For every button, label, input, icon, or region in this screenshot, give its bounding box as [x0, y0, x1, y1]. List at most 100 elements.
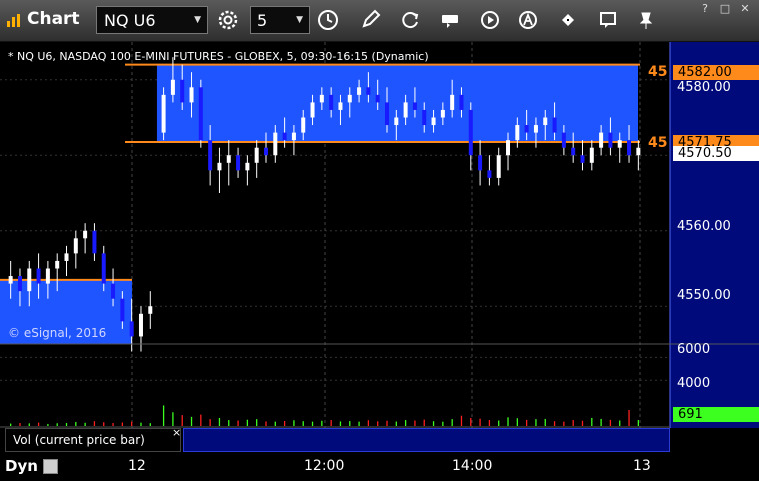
candle-body [422, 109, 427, 126]
candle-body [36, 268, 41, 284]
candle-body [83, 230, 88, 239]
candle-body [478, 155, 483, 171]
candle-body [403, 102, 408, 118]
time-axis-label: 12:00 [304, 458, 345, 474]
interval-value: 5 [257, 11, 268, 30]
candle-body [394, 117, 399, 126]
volume-last-tag: 691 [673, 407, 759, 422]
candle-body [608, 132, 613, 148]
candle-body [111, 283, 116, 299]
help-icon[interactable]: ? [697, 2, 713, 16]
range-zone [156, 64, 639, 143]
study-label: Vol (current price bar) [13, 433, 145, 447]
quote-icon[interactable] [436, 6, 464, 34]
candle-body [301, 117, 306, 133]
copyright-text: © eSignal, 2016 [8, 326, 107, 340]
candle-body [55, 260, 60, 269]
candle-body [617, 140, 622, 148]
lock-icon[interactable] [43, 459, 58, 474]
candle-body [347, 94, 352, 103]
candle-body [226, 155, 231, 163]
chevron-down-icon[interactable]: ▼ [296, 15, 303, 25]
lower-level-label: 45 [648, 135, 668, 151]
candle-body [357, 87, 362, 95]
comment-icon[interactable] [594, 6, 622, 34]
close-icon[interactable]: × [172, 426, 181, 439]
clock-icon[interactable] [314, 6, 342, 34]
candle-body [440, 109, 445, 118]
play-icon[interactable] [476, 6, 504, 34]
window-title: Chart [27, 9, 80, 29]
price-chart[interactable] [0, 42, 759, 454]
candle-body [282, 132, 287, 141]
price-axis-label: 4580.00 [677, 80, 731, 95]
last-price-tag: 4570.50 [673, 146, 759, 161]
candle-body [329, 94, 334, 110]
candle-body [170, 79, 175, 95]
candle-body [571, 147, 576, 156]
candle-body [27, 268, 32, 292]
candle-body [198, 87, 203, 141]
price-axis-label: 4550.00 [677, 288, 731, 303]
candle-body [189, 87, 194, 103]
pencil-icon[interactable] [356, 6, 384, 34]
study-tab-volume[interactable]: Vol (current price bar) [5, 428, 181, 452]
volume-axis-label: 6000 [677, 342, 711, 357]
candle-body [524, 125, 529, 133]
candle-body [217, 162, 222, 171]
chevron-down-icon[interactable]: ▼ [194, 15, 201, 25]
candle-body [17, 276, 22, 292]
candle-body [263, 147, 268, 156]
volume-axis-label: 4000 [677, 376, 711, 391]
candle-body [506, 140, 511, 156]
candle-body [64, 253, 69, 261]
candle-body [310, 102, 315, 118]
pin-icon[interactable] [632, 6, 660, 34]
candle-body [208, 140, 213, 171]
candle-body [533, 125, 538, 133]
restore-icon[interactable]: □ [717, 2, 733, 16]
candle-body [561, 132, 566, 148]
candle-body [338, 102, 343, 110]
candle-body [599, 132, 604, 148]
candle-body [580, 155, 585, 163]
symbol-input[interactable]: NQ U6 ▼ [96, 6, 208, 34]
candle-body [450, 94, 455, 110]
candle-body [148, 306, 153, 314]
candle-body [236, 155, 241, 171]
candle-body [543, 117, 548, 126]
candle-body [138, 313, 143, 337]
price-axis-panel [670, 42, 759, 428]
candle-body [636, 147, 641, 156]
candle-body [496, 155, 501, 178]
chart-header: * NQ U6, NASDAQ 100 E-MINI FUTURES - GLO… [8, 50, 429, 63]
candle-body [487, 170, 492, 178]
window-controls: ? □ ✕ [693, 2, 753, 16]
refresh-icon[interactable] [396, 6, 424, 34]
candle-body [385, 102, 390, 126]
candle-body [273, 132, 278, 156]
candle-body [552, 117, 557, 133]
candle-body [431, 117, 436, 126]
candle-body [254, 147, 259, 163]
interval-input[interactable]: 5 ▼ [250, 6, 310, 34]
chart-app-icon [7, 14, 20, 27]
candle-body [101, 253, 106, 284]
candle-body [412, 102, 417, 110]
candle-body [120, 298, 125, 322]
candle-body [73, 238, 78, 254]
toolbar: Chart NQ U6 ▼ 5 ▼ ? □ ✕ [0, 0, 759, 42]
symbol-value: NQ U6 [104, 11, 156, 30]
candle-body [459, 94, 464, 110]
candle-body [245, 162, 250, 171]
settings-icon[interactable] [214, 6, 242, 34]
close-icon[interactable]: ✕ [737, 2, 753, 16]
candle-body [161, 94, 166, 133]
cursor-icon[interactable] [554, 6, 582, 34]
upper-level-tag: 4582.00 [673, 65, 759, 80]
candle-body [589, 147, 594, 163]
alert-icon[interactable] [514, 6, 542, 34]
candle-body [180, 79, 185, 103]
dynamic-mode-label[interactable]: Dyn [5, 457, 38, 475]
candle-body [366, 87, 371, 95]
